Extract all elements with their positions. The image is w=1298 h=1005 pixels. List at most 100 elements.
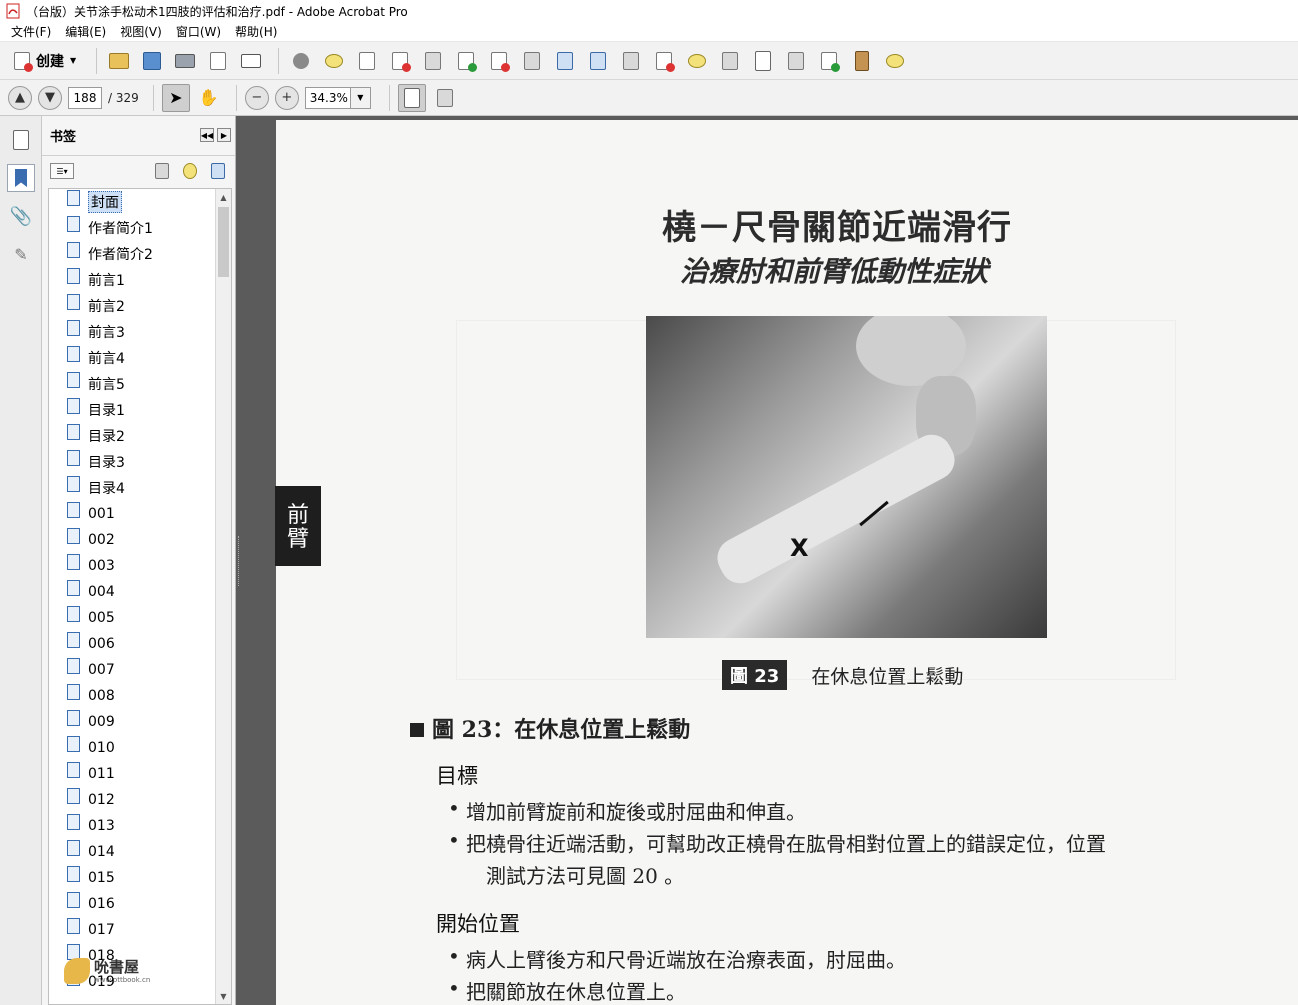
delete-bookmark-icon[interactable] (155, 163, 169, 179)
bookmark-item[interactable]: 前言2 (49, 293, 231, 319)
print-button[interactable] (171, 47, 199, 75)
attachments-button[interactable]: 📎 (7, 202, 35, 230)
bookmark-page-icon (67, 502, 80, 518)
bookmark-label: 前言5 (88, 377, 125, 393)
page-options-button[interactable] (584, 47, 612, 75)
bookmark-item[interactable]: 目录2 (49, 423, 231, 449)
search-page-button[interactable] (419, 47, 447, 75)
bookmark-item[interactable]: 010 (49, 735, 231, 761)
bookmark-item[interactable]: 目录4 (49, 475, 231, 501)
bookmark-item[interactable]: 001 (49, 501, 231, 527)
bookmark-item[interactable]: 006 (49, 631, 231, 657)
edit-page-button[interactable] (485, 47, 513, 75)
menu-help[interactable]: 帮助(H) (228, 23, 284, 40)
email-button[interactable] (237, 47, 265, 75)
export-button[interactable] (452, 47, 480, 75)
page-thumbnails-button[interactable] (7, 126, 35, 154)
fit-width-button[interactable] (431, 84, 459, 112)
page-number-input[interactable] (68, 86, 102, 109)
bookmark-item[interactable]: 004 (49, 579, 231, 605)
bookmark-item[interactable]: 作者简介2 (49, 241, 231, 267)
bookmark-item[interactable]: 012 (49, 787, 231, 813)
bookmark-page-icon (67, 840, 80, 856)
organize-pages-icon (524, 51, 541, 70)
pane-splitter-handle[interactable] (238, 536, 241, 586)
zoom-in-button[interactable]: + (274, 85, 299, 110)
bookmark-item[interactable]: 前言4 (49, 345, 231, 371)
bookmark-page-icon (67, 892, 80, 908)
bookmark-item[interactable]: 016 (49, 891, 231, 917)
chevron-down-icon: ▼ (70, 56, 77, 65)
stamp-button[interactable] (683, 47, 711, 75)
scroll-down-icon[interactable]: ▼ (216, 988, 231, 1004)
bookmark-label: 016 (88, 896, 115, 912)
settings-button[interactable] (287, 47, 315, 75)
bookmark-page-icon (67, 788, 80, 804)
forms-button[interactable] (881, 47, 909, 75)
combine-button[interactable] (551, 47, 579, 75)
select-tool-button[interactable]: ➤ (161, 83, 190, 112)
new-bookmark-icon[interactable] (183, 163, 197, 179)
bookmark-item[interactable]: 005 (49, 605, 231, 631)
link-button[interactable] (617, 47, 645, 75)
zoom-out-button[interactable]: − (244, 85, 269, 110)
bookmark-item[interactable]: 目录3 (49, 449, 231, 475)
document-view[interactable]: 前 臂 橈－尺骨關節近端滑行 治療肘和前臂低動性症狀 X 圖 23 在休息位置上… (236, 116, 1298, 1005)
bookmark-item[interactable]: 013 (49, 813, 231, 839)
bookmark-item[interactable]: 015 (49, 865, 231, 891)
edit-button[interactable] (204, 47, 232, 75)
unlink-button[interactable] (650, 47, 678, 75)
bookmark-item[interactable]: 前言1 (49, 267, 231, 293)
hand-tool-button[interactable]: ✋ (195, 84, 223, 112)
zoom-dropdown-button[interactable]: ▼ (350, 86, 371, 109)
sign-button[interactable] (353, 47, 381, 75)
bookmark-item[interactable]: 002 (49, 527, 231, 553)
menu-edit[interactable]: 编辑(E) (58, 23, 113, 40)
bookmark-item[interactable]: 作者简介1 (49, 215, 231, 241)
scroll-up-icon[interactable]: ▲ (216, 189, 231, 205)
bookmark-item[interactable]: 前言3 (49, 319, 231, 345)
panel-menu-button[interactable]: ▶ (217, 128, 231, 142)
menu-window[interactable]: 窗口(W) (169, 23, 228, 40)
menu-file[interactable]: 文件(F) (4, 23, 58, 40)
next-page-button[interactable]: ▼ (38, 85, 62, 110)
bookmark-item[interactable]: 009 (49, 709, 231, 735)
main-toolbar: 创建 ▼ (0, 42, 1298, 80)
scan-button[interactable] (782, 47, 810, 75)
signatures-button[interactable]: ✎ (7, 240, 35, 268)
menu-view[interactable]: 视图(V) (113, 23, 169, 40)
navigation-pane-rail: 📎 ✎ (0, 116, 42, 1005)
bookmark-item[interactable]: 封面 (49, 189, 231, 215)
bookmark-options-button[interactable]: ☰▾ (50, 163, 74, 179)
organize-button[interactable] (518, 47, 546, 75)
save-button[interactable] (138, 47, 166, 75)
blank-page-button[interactable] (749, 47, 777, 75)
action-button[interactable] (815, 47, 843, 75)
book-button[interactable] (848, 47, 876, 75)
scrollbar-thumb[interactable] (218, 207, 229, 277)
info-button[interactable] (716, 47, 744, 75)
create-button[interactable]: 创建 ▼ (8, 47, 82, 75)
bookmark-item[interactable]: 目录1 (49, 397, 231, 423)
side-tab-char-1: 前 (286, 503, 309, 528)
bookmark-properties-icon[interactable] (211, 163, 225, 179)
bookmarks-button[interactable] (7, 164, 35, 192)
bookmark-list-scrollbar[interactable]: ▲ ▼ (215, 189, 231, 1004)
comment-button[interactable] (320, 47, 348, 75)
fit-page-button[interactable] (397, 83, 426, 112)
watermark-logo-icon (64, 958, 90, 984)
bookmark-item[interactable]: 014 (49, 839, 231, 865)
zoom-level-input[interactable] (304, 86, 351, 109)
bookmark-item[interactable]: 007 (49, 657, 231, 683)
previous-page-button[interactable]: ▲ (8, 85, 32, 110)
delete-page-button[interactable] (386, 47, 414, 75)
bookmark-item[interactable]: 前言5 (49, 371, 231, 397)
bookmark-item[interactable]: 011 (49, 761, 231, 787)
bookmark-item[interactable]: 017 (49, 917, 231, 943)
collapse-panel-button[interactable]: ◀◀ (200, 128, 214, 142)
bookmark-item[interactable]: 008 (49, 683, 231, 709)
bookmark-item[interactable]: 003 (49, 553, 231, 579)
bookmark-label: 004 (88, 584, 115, 600)
open-button[interactable] (105, 47, 133, 75)
bookmark-label: 009 (88, 714, 115, 730)
